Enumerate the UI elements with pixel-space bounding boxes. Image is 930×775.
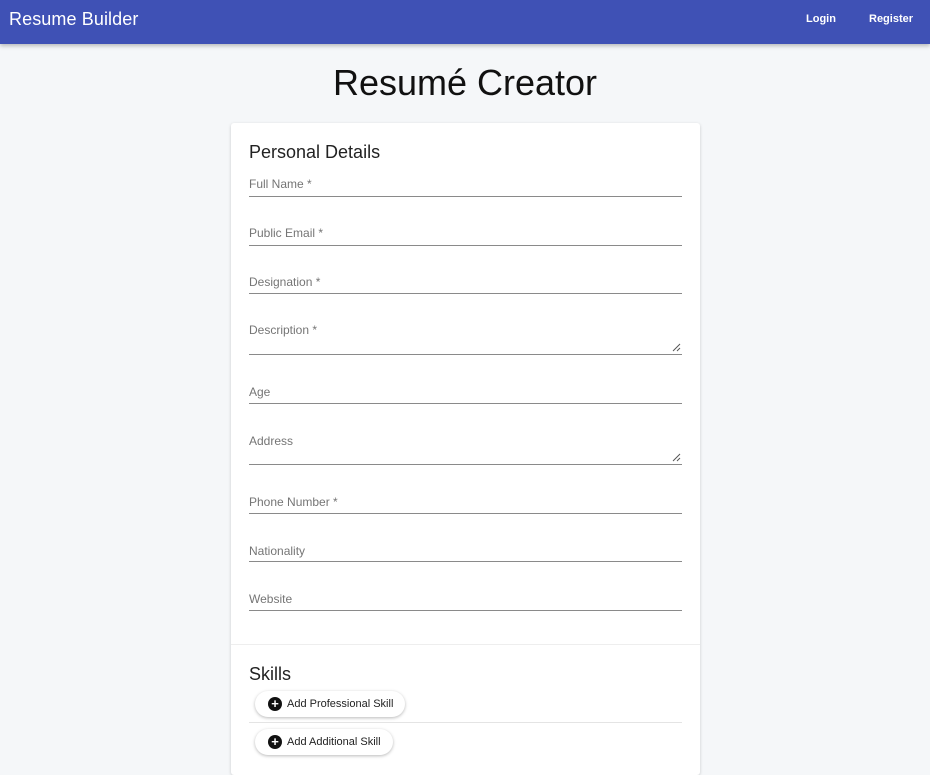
full-name-underline	[249, 196, 682, 197]
phone-number-label: Phone Number *	[249, 495, 338, 509]
full-name-field[interactable]: Full Name *	[249, 177, 682, 197]
add-circle-icon: +	[268, 697, 282, 711]
website-field[interactable]: Website	[249, 592, 682, 612]
add-circle-icon: +	[268, 735, 282, 749]
address-underline	[249, 464, 682, 465]
public-email-label: Public Email *	[249, 226, 324, 240]
phone-number-field[interactable]: Phone Number *	[249, 495, 682, 515]
resize-grip-icon[interactable]	[672, 453, 681, 462]
page-title: Resumé Creator	[332, 62, 598, 103]
nationality-field[interactable]: Nationality	[249, 544, 682, 564]
add-additional-skill-button[interactable]: + Add Additional Skill	[255, 729, 393, 755]
app-bar: Resume Builder Login Register	[0, 0, 930, 44]
description-underline	[249, 354, 682, 355]
age-underline	[249, 403, 682, 404]
add-additional-skill-label: Add Additional Skill	[287, 736, 381, 748]
section-divider	[231, 644, 700, 645]
description-field[interactable]: Description *	[249, 323, 682, 357]
public-email-field[interactable]: Public Email *	[249, 226, 682, 246]
age-field[interactable]: Age	[249, 385, 682, 405]
designation-underline	[249, 293, 682, 294]
full-name-label: Full Name *	[249, 177, 312, 191]
app-brand[interactable]: Resume Builder	[9, 9, 138, 30]
register-button[interactable]: Register	[869, 13, 913, 25]
skills-divider	[249, 722, 682, 723]
add-professional-skill-button[interactable]: + Add Professional Skill	[255, 691, 406, 717]
resume-form-card: Personal Details Full Name * Public Emai…	[231, 123, 700, 775]
address-field[interactable]: Address	[249, 434, 682, 468]
nationality-label: Nationality	[249, 544, 306, 558]
website-underline	[249, 610, 682, 611]
resize-grip-icon[interactable]	[672, 343, 681, 352]
website-label: Website	[249, 592, 293, 606]
personal-details-heading: Personal Details	[249, 142, 381, 162]
skills-heading: Skills	[249, 664, 292, 684]
nationality-underline	[249, 561, 682, 562]
public-email-underline	[249, 245, 682, 246]
description-label: Description *	[249, 323, 318, 337]
phone-number-underline	[249, 513, 682, 514]
age-label: Age	[249, 385, 271, 399]
add-professional-skill-label: Add Professional Skill	[287, 698, 394, 710]
address-label: Address	[249, 434, 294, 448]
designation-field[interactable]: Designation *	[249, 275, 682, 295]
login-button[interactable]: Login	[806, 13, 836, 25]
designation-label: Designation *	[249, 275, 321, 289]
